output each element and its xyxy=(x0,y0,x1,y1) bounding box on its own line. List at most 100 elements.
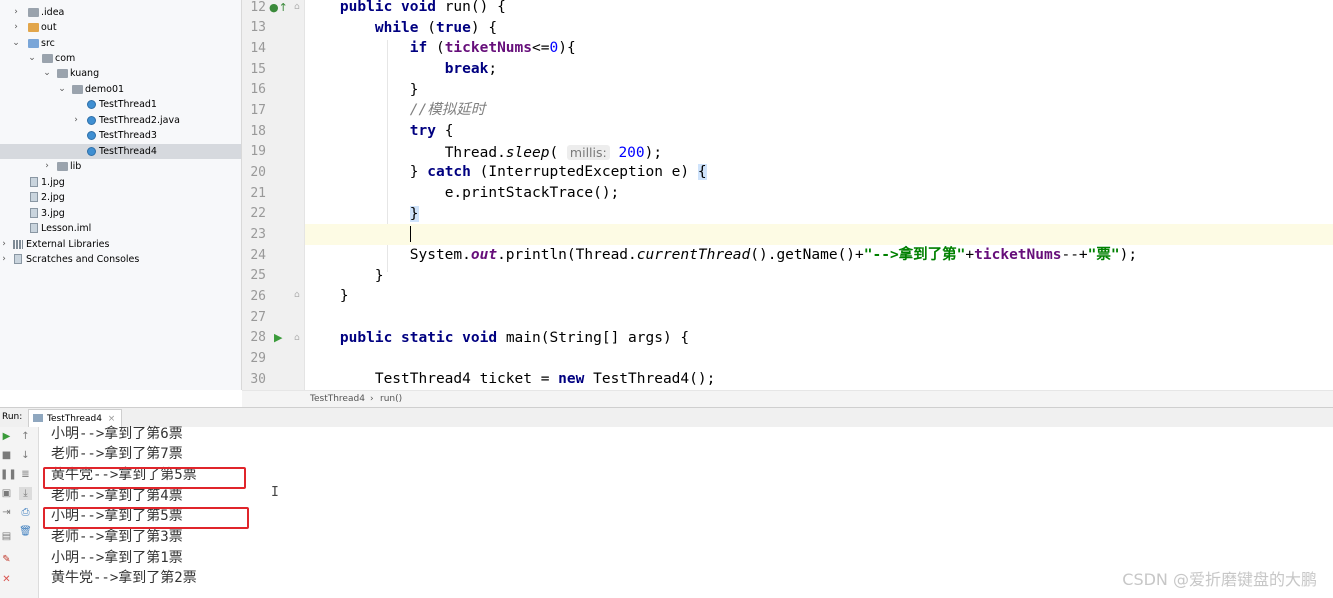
tree-item-testthread2[interactable]: › TestThread2.java xyxy=(0,113,241,128)
down-arrow-icon[interactable]: ↓ xyxy=(19,449,32,462)
line-number: 27 xyxy=(250,310,266,325)
chevron-right-icon[interactable]: › xyxy=(0,252,8,267)
editor-gutter[interactable]: 12 13 14 15 16 17 18 19 20 21 22 23 24 2… xyxy=(242,0,305,390)
package-icon xyxy=(57,69,68,78)
tree-item-testthread4[interactable]: TestThread4 xyxy=(0,144,241,159)
folder-icon xyxy=(57,162,68,171)
run-tab-label: TestThread4 xyxy=(47,414,102,424)
line-number: 18 xyxy=(250,124,266,139)
breadcrumb-separator: › xyxy=(370,394,374,404)
chevron-down-icon[interactable]: ⌄ xyxy=(12,36,20,51)
tree-item-1jpg[interactable]: 1.jpg xyxy=(0,175,241,190)
tree-item-lib[interactable]: › lib xyxy=(0,159,241,174)
chevron-down-icon[interactable]: ⌄ xyxy=(58,82,66,97)
source-folder-icon xyxy=(28,39,39,48)
tree-item-out[interactable]: › out xyxy=(0,20,241,35)
image-file-icon xyxy=(30,208,38,218)
line-number: 14 xyxy=(250,41,266,56)
breadcrumb-method[interactable]: run() xyxy=(380,391,402,407)
fold-icon[interactable]: ⌂ xyxy=(294,2,300,12)
tree-item-com[interactable]: ⌄ com xyxy=(0,51,241,66)
tree-item-src[interactable]: ⌄ src xyxy=(0,36,241,51)
chevron-down-icon[interactable]: ⌄ xyxy=(28,51,36,66)
chevron-right-icon[interactable]: › xyxy=(0,237,8,252)
up-arrow-icon[interactable]: ↑ xyxy=(19,430,32,443)
chevron-down-icon[interactable]: ⌄ xyxy=(43,66,51,81)
code-line: e.printStackTrace(); xyxy=(444,185,620,201)
run-label: Run: xyxy=(2,412,23,422)
console-line: 小明-->拿到了第1票 xyxy=(51,550,183,566)
line-number: 24 xyxy=(250,248,266,263)
line-number: 25 xyxy=(250,268,266,283)
module-file-icon xyxy=(30,223,38,233)
chevron-right-icon[interactable]: › xyxy=(72,113,80,128)
code-line: } xyxy=(374,268,384,284)
override-icon[interactable]: ●↑ xyxy=(269,1,288,14)
soft-wrap-icon[interactable]: ≣ xyxy=(19,468,32,481)
code-line: //模拟延时 xyxy=(409,102,486,118)
java-class-icon xyxy=(87,131,96,140)
breadcrumb-class[interactable]: TestThread4 xyxy=(310,391,365,407)
chevron-right-icon[interactable]: › xyxy=(43,159,51,174)
chevron-right-icon[interactable]: › xyxy=(12,5,20,20)
tree-item-testthread1[interactable]: TestThread1 xyxy=(0,97,241,112)
tree-item-lesson-iml[interactable]: Lesson.iml xyxy=(0,221,241,236)
tree-item-kuang[interactable]: ⌄ kuang xyxy=(0,66,241,81)
run-toolbar: ▶ ↑ ■ ↓ ❚❚ ≣ ▣ ⤓ ⇥ ⎙ 🗑 ▤ ✎ ✕ xyxy=(0,427,39,598)
line-number: 12 xyxy=(250,0,266,15)
code-line: public void run() { xyxy=(339,0,506,15)
chevron-right-icon[interactable]: › xyxy=(12,20,20,35)
print-icon[interactable]: ⎙ xyxy=(19,506,32,519)
exit-icon[interactable]: ⇥ xyxy=(0,506,13,519)
tree-item-2jpg[interactable]: 2.jpg xyxy=(0,190,241,205)
image-file-icon xyxy=(30,192,38,202)
trash-icon[interactable]: 🗑 xyxy=(19,525,32,538)
ide-top-area: › .idea › out ⌄ src ⌄ com ⌄ kuang ⌄ demo… xyxy=(0,0,1333,390)
watermark: CSDN @爱折磨键盘的大鹏 xyxy=(1122,570,1317,589)
text-caret xyxy=(409,226,411,242)
library-icon xyxy=(13,240,23,249)
code-line: public static void main(String[] args) { xyxy=(339,330,690,346)
code-editor[interactable]: public void run() { while (true) { if (t… xyxy=(305,0,1333,390)
code-line: } xyxy=(339,288,349,304)
highlight-box xyxy=(43,467,246,489)
run-config-icon xyxy=(33,414,43,422)
code-line: } catch (InterruptedException e) { xyxy=(409,164,707,180)
run-icon[interactable]: ▶ xyxy=(274,331,282,344)
close-icon[interactable]: ✕ xyxy=(0,573,13,586)
tree-item-demo01[interactable]: ⌄ demo01 xyxy=(0,82,241,97)
highlight-box xyxy=(43,507,249,529)
code-line: break; xyxy=(444,61,498,77)
code-line: if (ticketNums<=0){ xyxy=(409,40,576,56)
code-line: try { xyxy=(409,123,454,139)
rerun-icon[interactable]: ▶ xyxy=(0,430,13,443)
project-tree: › .idea › out ⌄ src ⌄ com ⌄ kuang ⌄ demo… xyxy=(0,0,242,390)
stop-icon[interactable]: ■ xyxy=(0,449,13,462)
camera-icon[interactable]: ▣ xyxy=(0,487,13,500)
layout-icon[interactable]: ▤ xyxy=(0,530,13,543)
image-file-icon xyxy=(30,177,38,187)
tree-item-testthread3[interactable]: TestThread3 xyxy=(0,128,241,143)
scroll-to-end-icon[interactable]: ⤓ xyxy=(19,487,32,500)
mouse-cursor-ibeam: I xyxy=(271,485,279,500)
package-icon xyxy=(72,85,83,94)
run-panel-header: Run: TestThread4 × xyxy=(0,407,1333,428)
folder-icon xyxy=(28,23,39,32)
fold-icon[interactable]: ⌂ xyxy=(294,290,300,300)
tree-item-scratches[interactable]: › Scratches and Consoles xyxy=(0,252,241,267)
scratch-icon xyxy=(14,254,22,264)
tree-item-external-libraries[interactable]: › External Libraries xyxy=(0,237,241,252)
tree-item-idea[interactable]: › .idea xyxy=(0,5,241,20)
parameter-hint: millis: xyxy=(566,145,610,160)
console-line: 老师-->拿到了第4票 xyxy=(51,488,183,504)
close-icon[interactable]: × xyxy=(108,414,116,424)
line-number: 13 xyxy=(250,20,266,35)
fold-icon[interactable]: ⌂ xyxy=(294,333,300,343)
pause-icon[interactable]: ❚❚ xyxy=(0,468,17,481)
console-line: 老师-->拿到了第7票 xyxy=(51,446,183,462)
line-number: 19 xyxy=(250,144,266,159)
pin-icon[interactable]: ✎ xyxy=(0,553,13,566)
line-number: 20 xyxy=(250,165,266,180)
tree-item-3jpg[interactable]: 3.jpg xyxy=(0,206,241,221)
package-icon xyxy=(42,54,53,63)
